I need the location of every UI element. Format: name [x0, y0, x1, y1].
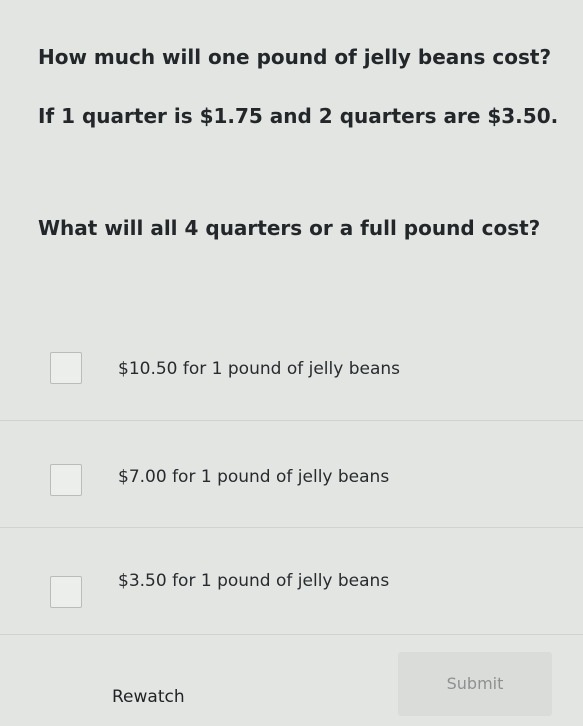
answer-checkbox-2[interactable] [50, 464, 82, 496]
divider [0, 634, 583, 635]
answer-label-1: $10.50 for 1 pound of jelly beans [118, 359, 401, 379]
question-line-1: How much will one pound of jelly beans c… [38, 45, 552, 69]
answer-label-3: $3.50 for 1 pound of jelly beans [118, 571, 390, 591]
rewatch-button[interactable]: Rewatch [112, 686, 185, 708]
answer-checkbox-1[interactable] [50, 352, 82, 384]
answer-label-2: $7.00 for 1 pound of jelly beans [118, 467, 390, 487]
submit-label: Submit [446, 674, 504, 693]
question-line-2: If 1 quarter is $1.75 and 2 quarters are… [38, 104, 559, 128]
question-line-3: What will all 4 quarters or a full pound… [38, 216, 541, 240]
answer-checkbox-3[interactable] [50, 576, 82, 608]
submit-button[interactable]: Submit [398, 652, 552, 716]
answer-choice-3[interactable]: $3.50 for 1 pound of jelly beans [0, 528, 583, 636]
answer-choice-2[interactable]: $7.00 for 1 pound of jelly beans [0, 420, 583, 528]
answer-choice-1[interactable]: $10.50 for 1 pound of jelly beans [0, 312, 583, 420]
